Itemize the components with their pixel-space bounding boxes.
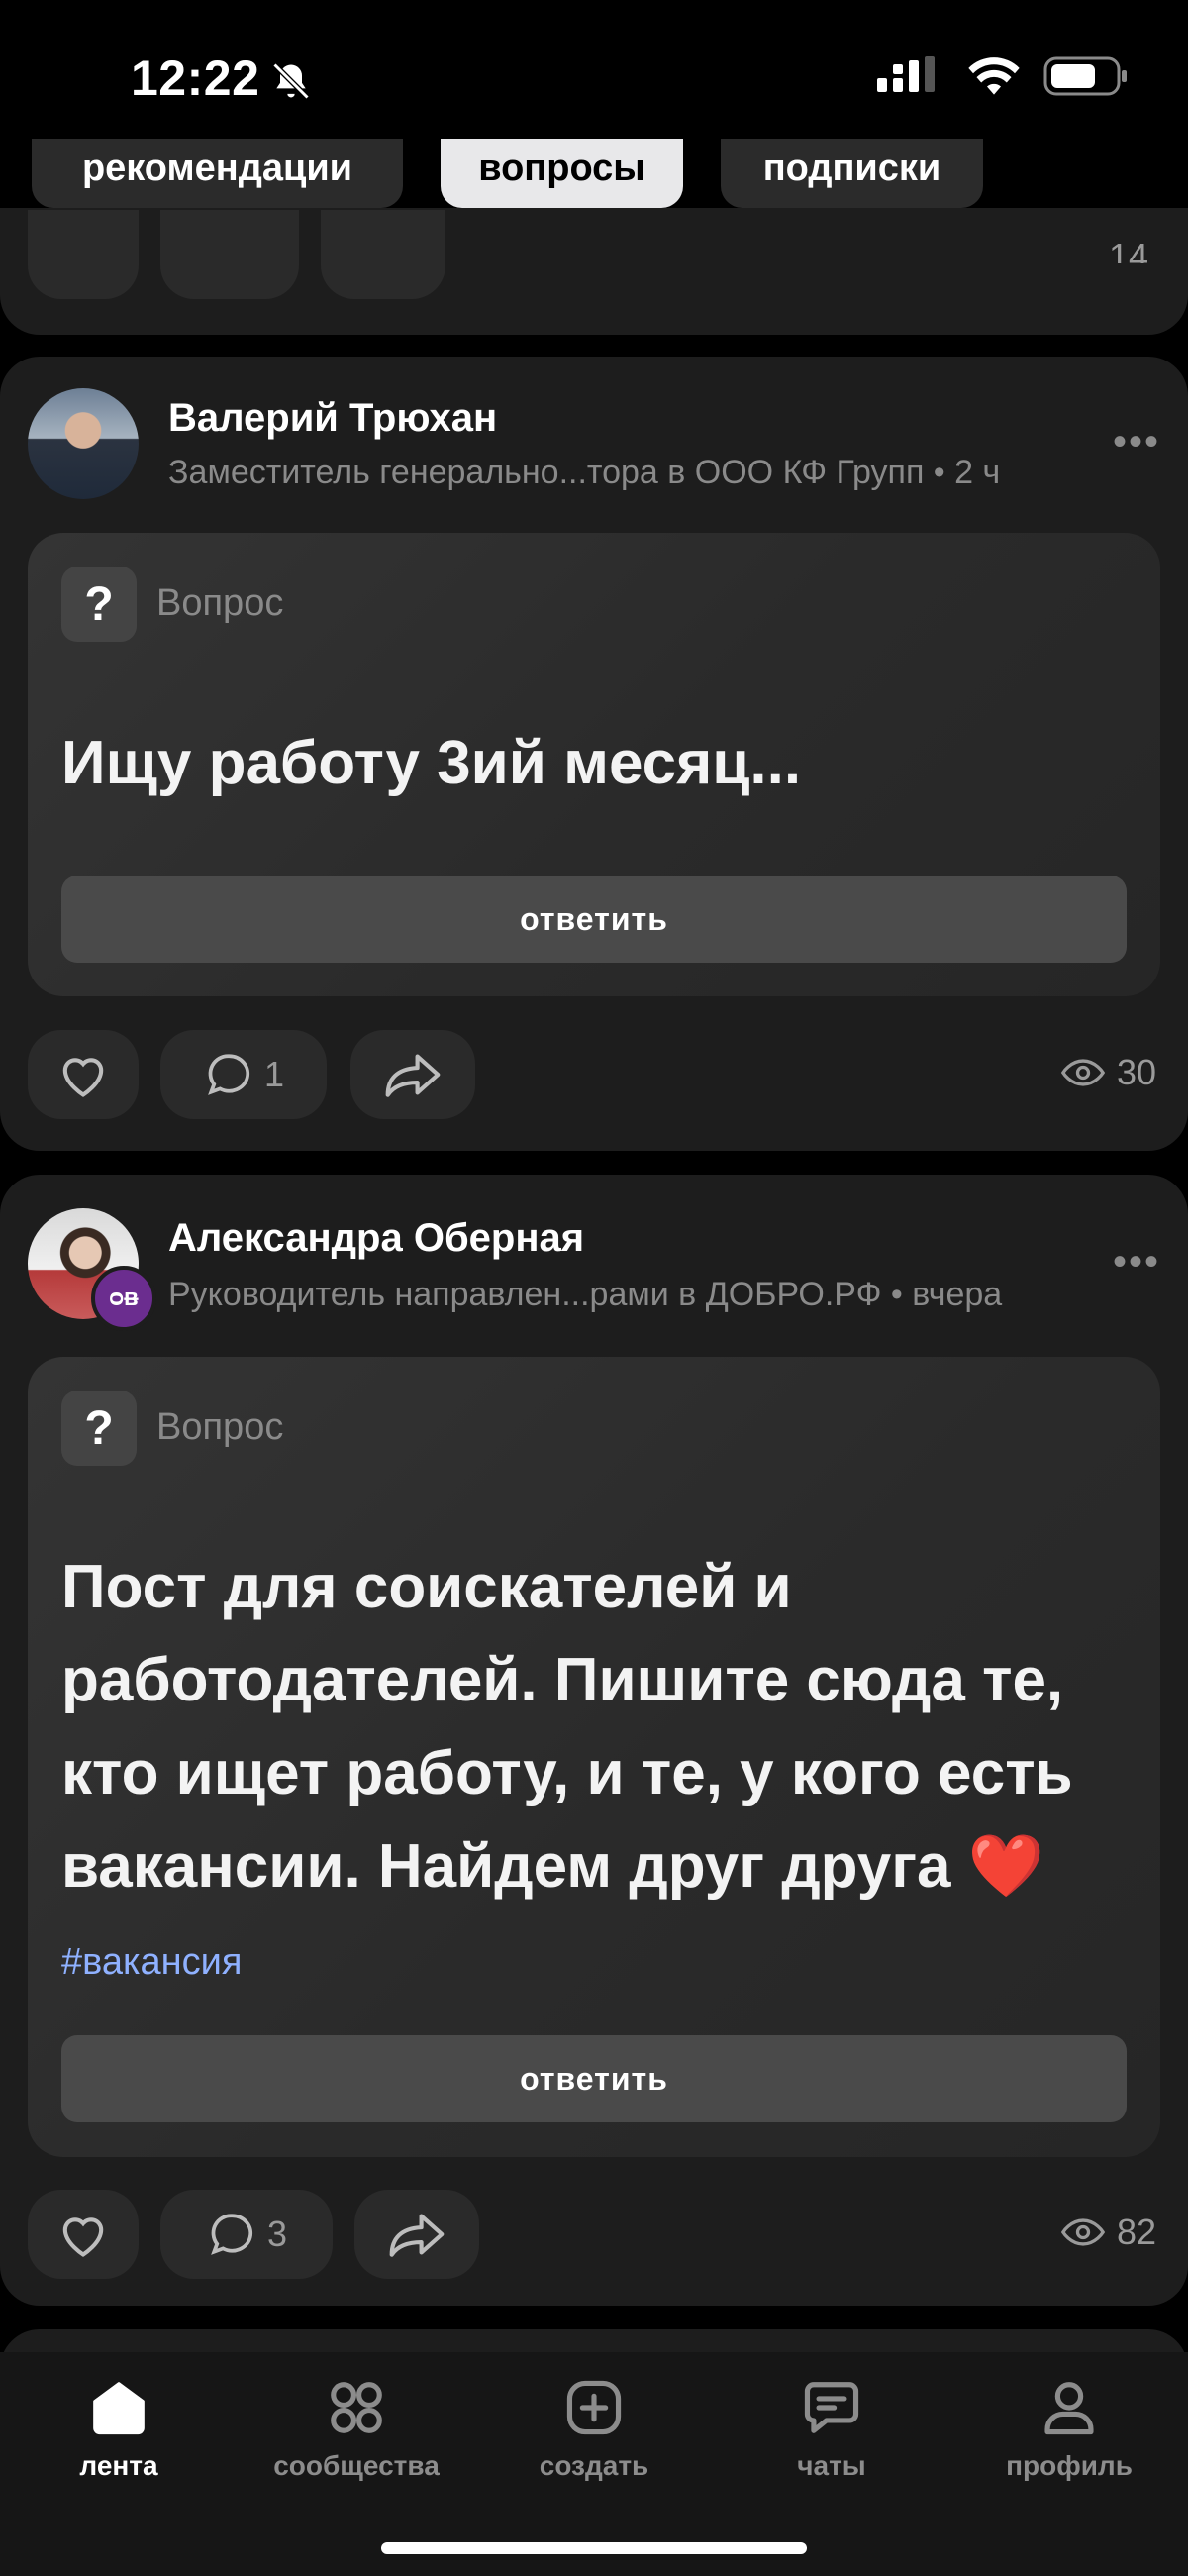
- home-indicator: [381, 2542, 807, 2554]
- share-button[interactable]: [321, 210, 446, 299]
- views-count: 82: [1117, 2212, 1157, 2252]
- post-author[interactable]: Александра Оберная: [168, 1216, 584, 1261]
- filter-chip-subscriptions[interactable]: подписки: [721, 139, 983, 208]
- question-icon: ?: [61, 1391, 137, 1466]
- question-text: Ищу работу 3ий месяц...: [61, 729, 802, 797]
- more-options-icon[interactable]: •••: [1113, 420, 1160, 464]
- post-author-subtitle: Заместитель генерально...тора в ООО КФ Г…: [168, 454, 1001, 491]
- eye-icon: [1061, 2218, 1105, 2246]
- share-button[interactable]: [350, 1030, 475, 1119]
- home-icon: [93, 2382, 145, 2435]
- question-text: Пост для соискателей и работодателей. Пи…: [61, 1553, 1073, 1901]
- wifi-icon: [968, 57, 1020, 95]
- views-count: 14: [1109, 236, 1149, 263]
- community-badge: ᴑᴃ: [91, 1266, 156, 1331]
- more-options-icon[interactable]: •••: [1113, 1240, 1160, 1285]
- chat-icon: [804, 2382, 859, 2433]
- eye-icon: [1061, 1059, 1105, 1086]
- answer-button[interactable]: ответить: [61, 876, 1127, 963]
- bell-muted-icon: [272, 62, 310, 100]
- question-type-label: Вопрос: [156, 1406, 284, 1448]
- status-icons: [875, 55, 1129, 97]
- question-type-label: Вопрос: [156, 582, 284, 624]
- answer-button[interactable]: ответить: [61, 2035, 1127, 2122]
- tab-chats[interactable]: чаты: [713, 2377, 950, 2482]
- comment-count: 3: [266, 2214, 288, 2254]
- views-count: 30: [1117, 1052, 1157, 1092]
- cellular-signal-icon: [877, 56, 935, 92]
- heart-icon: [62, 2217, 104, 2257]
- comment-count: 1: [263, 1054, 285, 1094]
- heart-icon: [62, 1058, 104, 1097]
- comment-button[interactable]: [160, 210, 299, 299]
- tab-feed[interactable]: лента: [0, 2377, 238, 2482]
- battery-icon: [1043, 56, 1127, 96]
- status-time: 12:22: [131, 51, 260, 106]
- views-counter: 82: [1061, 2212, 1156, 2253]
- like-button[interactable]: [28, 2190, 139, 2279]
- tab-profile[interactable]: профиль: [950, 2377, 1188, 2482]
- share-icon: [389, 2214, 445, 2257]
- grid-icon: [331, 2382, 382, 2433]
- tab-communities[interactable]: сообщества: [238, 2377, 475, 2482]
- post-author-subtitle: Руководитель направлен...рами в ДОБРО.РФ…: [168, 1276, 1003, 1313]
- filter-chip-questions[interactable]: вопросы: [441, 139, 683, 208]
- plus-square-icon: [566, 2380, 622, 2435]
- post-author[interactable]: Валерий Трюхан: [168, 396, 497, 441]
- comment-button[interactable]: 3: [160, 2190, 333, 2279]
- comment-icon: [208, 1054, 250, 1095]
- comment-icon: [211, 2214, 253, 2255]
- like-button[interactable]: [28, 1030, 139, 1119]
- like-button[interactable]: [28, 210, 139, 299]
- filter-chip-recommendations[interactable]: рекомендации: [32, 139, 403, 208]
- profile-icon: [1044, 2382, 1094, 2435]
- hashtag-link[interactable]: #вакансия: [61, 1941, 242, 1984]
- comment-button[interactable]: 1: [160, 1030, 327, 1119]
- tab-create[interactable]: создать: [475, 2377, 713, 2482]
- share-button[interactable]: [354, 2190, 479, 2279]
- views-counter: 30: [1061, 1052, 1156, 1093]
- share-icon: [385, 1054, 441, 1097]
- avatar[interactable]: [28, 388, 139, 499]
- filter-chips: рекомендации вопросы подписки: [0, 139, 1188, 218]
- question-icon: ?: [61, 567, 137, 642]
